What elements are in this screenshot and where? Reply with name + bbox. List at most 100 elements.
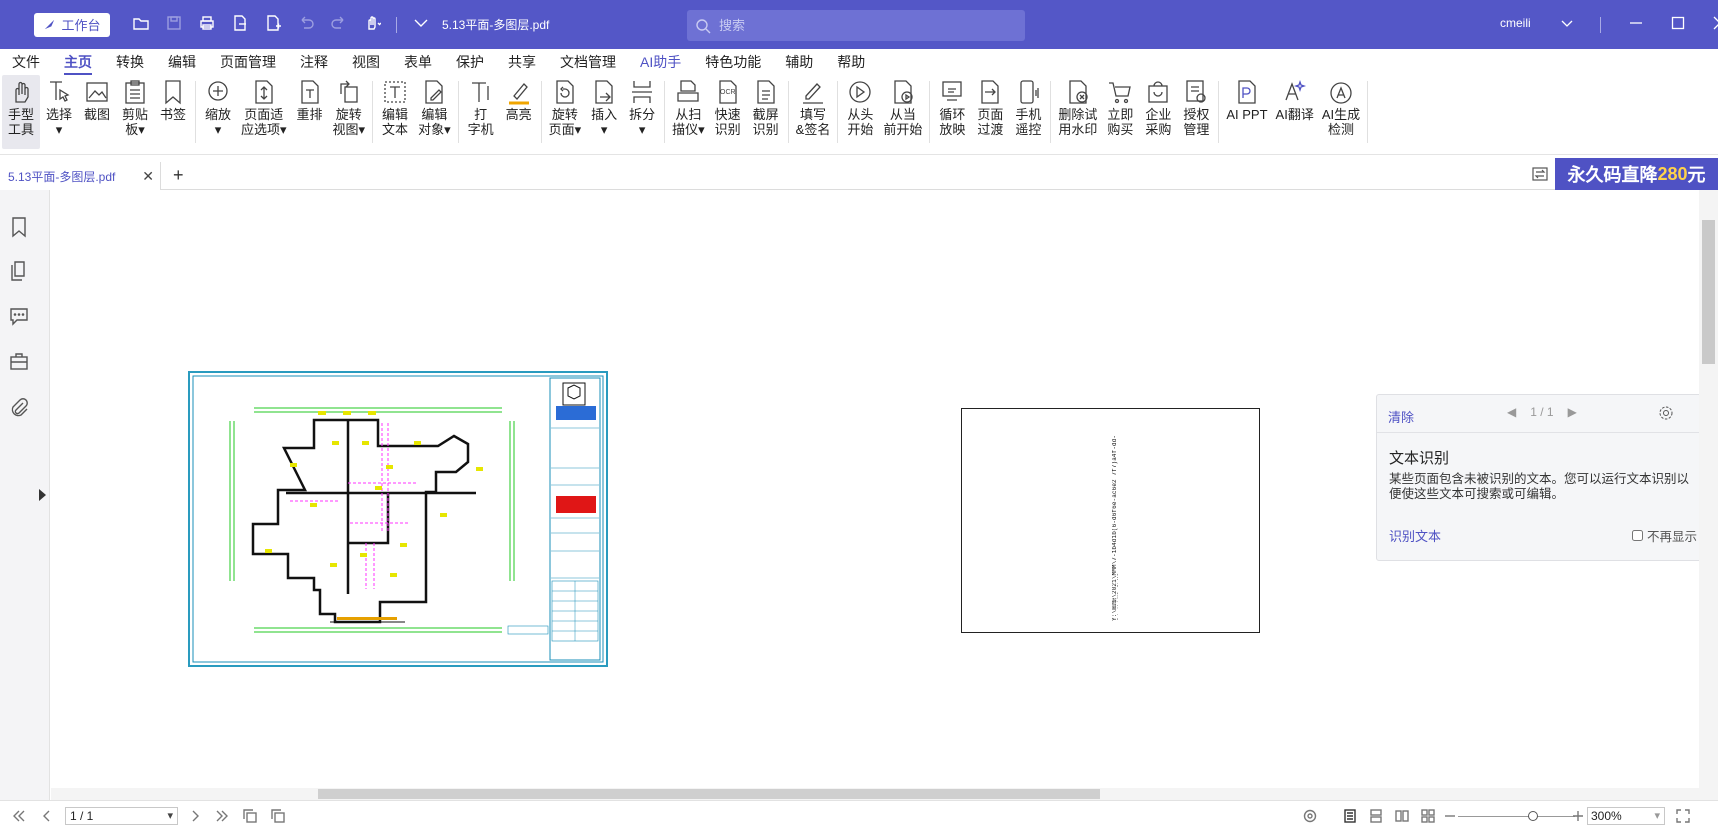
- select-button[interactable]: 选择 ▾: [40, 75, 78, 149]
- ai-detect-button[interactable]: AI生成 检测: [1318, 75, 1364, 149]
- screenshot-button[interactable]: 截图: [78, 75, 116, 149]
- first-page-icon[interactable]: [12, 809, 26, 823]
- dont-show-again-checkbox[interactable]: [1632, 530, 1643, 541]
- customize-dropdown-icon[interactable]: [412, 14, 430, 35]
- fill-sign-button[interactable]: 填写 &签名: [792, 75, 835, 149]
- user-menu[interactable]: cmeili: [1500, 16, 1573, 30]
- menu-protect[interactable]: 保护: [444, 49, 496, 75]
- menu-file[interactable]: 文件: [0, 49, 52, 75]
- minimize-icon[interactable]: [1629, 16, 1643, 33]
- play-from-start-button[interactable]: 从头 开始: [841, 75, 879, 149]
- play-from-current-button[interactable]: 从当 前开始: [879, 75, 926, 149]
- new-file-icon[interactable]: [264, 14, 282, 35]
- expand-sidebar-icon[interactable]: [39, 489, 46, 501]
- menu-comment[interactable]: 注释: [288, 49, 340, 75]
- reflow-button[interactable]: 重排: [291, 75, 329, 149]
- save-icon[interactable]: [165, 14, 183, 35]
- attachment-panel-icon[interactable]: [9, 397, 29, 419]
- screen-ocr-button[interactable]: 截屏 识别: [747, 75, 785, 149]
- previous-result-icon[interactable]: ◀: [1507, 405, 1516, 419]
- two-page-continuous-icon[interactable]: [1421, 809, 1435, 823]
- menu-help[interactable]: 帮助: [825, 49, 877, 75]
- insert-page-button[interactable]: 插入 ▾: [585, 75, 623, 149]
- clear-button[interactable]: 清除: [1388, 407, 1414, 426]
- split-button[interactable]: 拆分 ▾: [623, 75, 661, 149]
- vertical-scroll-thumb[interactable]: [1702, 220, 1715, 364]
- search-box[interactable]: [687, 10, 1025, 41]
- zoom-in-icon[interactable]: [1571, 809, 1585, 823]
- next-page-icon[interactable]: [188, 809, 202, 823]
- copy-page-icon[interactable]: [243, 809, 257, 823]
- phone-remote-button[interactable]: 手机 遥控: [1009, 75, 1047, 149]
- menu-page-manage[interactable]: 页面管理: [208, 49, 288, 75]
- remove-watermark-button[interactable]: 删除试 用水印: [1054, 75, 1101, 149]
- menu-accessibility[interactable]: 辅助: [773, 49, 825, 75]
- chevron-down-icon[interactable]: [1561, 18, 1573, 28]
- zoom-out-icon[interactable]: [1443, 809, 1457, 823]
- bookmark-panel-icon[interactable]: [9, 216, 29, 238]
- two-page-view-icon[interactable]: [1395, 809, 1409, 823]
- continuous-view-icon[interactable]: [1369, 809, 1383, 823]
- menu-edit[interactable]: 编辑: [156, 49, 208, 75]
- typewriter-button[interactable]: 打 字机: [462, 75, 500, 149]
- fit-page-button[interactable]: 页面适 应选项▾: [237, 75, 291, 149]
- previous-page-icon[interactable]: [40, 809, 54, 823]
- toolbox-panel-icon[interactable]: [9, 351, 29, 373]
- rotate-view-button[interactable]: 旋转 视图▾: [329, 75, 370, 149]
- single-page-view-icon[interactable]: [1343, 809, 1357, 823]
- menu-form[interactable]: 表单: [392, 49, 444, 75]
- run-ocr-link[interactable]: 识别文本: [1389, 526, 1441, 545]
- highlight-button[interactable]: 高亮: [500, 75, 538, 149]
- enterprise-purchase-button[interactable]: 企业 采购: [1139, 75, 1177, 149]
- duplicate-page-icon[interactable]: [271, 809, 285, 823]
- comment-panel-icon[interactable]: [9, 305, 29, 327]
- edit-object-button[interactable]: 编辑 对象▾: [414, 75, 455, 149]
- edit-text-button[interactable]: 编辑 文本: [376, 75, 414, 149]
- vertical-scrollbar[interactable]: [1699, 190, 1718, 800]
- hand-tool-button[interactable]: 手型 工具: [2, 75, 40, 149]
- page-transition-button[interactable]: 页面 过渡: [971, 75, 1009, 149]
- menu-view[interactable]: 视图: [340, 49, 392, 75]
- fullscreen-icon[interactable]: [1676, 809, 1690, 823]
- rotate-page-button[interactable]: 旋转 页面▾: [545, 75, 586, 149]
- last-page-icon[interactable]: [215, 809, 229, 823]
- zoom-level-field[interactable]: 300%: [1587, 807, 1665, 825]
- new-tab-icon[interactable]: +: [173, 165, 184, 186]
- next-result-icon[interactable]: ▶: [1568, 405, 1577, 419]
- export-icon[interactable]: [231, 14, 249, 35]
- menu-doc-manage[interactable]: 文档管理: [548, 49, 628, 75]
- undo-icon[interactable]: [297, 14, 315, 35]
- buy-now-button[interactable]: 立即 购买: [1101, 75, 1139, 149]
- document-canvas[interactable]: Y:\图纸\2021\MMM\7-1b4d1b(6-d6f6e-ac6e2 7f…: [51, 190, 1699, 788]
- zoom-slider[interactable]: [1458, 811, 1575, 821]
- loop-play-button[interactable]: 循环 放映: [933, 75, 971, 149]
- settings-gear-icon[interactable]: [1658, 405, 1674, 421]
- bookmark-button[interactable]: 书签: [154, 75, 192, 149]
- print-icon[interactable]: [198, 14, 216, 35]
- page-number-field[interactable]: 1 / 1: [65, 807, 178, 825]
- open-folder-icon[interactable]: [132, 14, 150, 35]
- clipboard-button[interactable]: 剪贴 板▾: [116, 75, 154, 149]
- menu-share[interactable]: 共享: [496, 49, 548, 75]
- zoom-button[interactable]: 缩放 ▾: [199, 75, 237, 149]
- dont-show-again-option[interactable]: 不再显示: [1632, 526, 1697, 545]
- quick-ocr-button[interactable]: OCR 快速 识别: [709, 75, 747, 149]
- eye-view-mode-icon[interactable]: [1303, 809, 1317, 823]
- document-tab[interactable]: 5.13平面-多图层.pdf ✕: [0, 162, 161, 190]
- workbench-button[interactable]: 工作台: [34, 12, 110, 37]
- menu-convert[interactable]: 转换: [104, 49, 156, 75]
- ai-translate-button[interactable]: AI翻译: [1272, 75, 1318, 149]
- close-tab-icon[interactable]: ✕: [142, 168, 154, 185]
- scanner-button[interactable]: 从扫 描仪▾: [668, 75, 709, 149]
- maximize-icon[interactable]: [1671, 16, 1685, 33]
- close-icon[interactable]: [1713, 16, 1718, 33]
- menu-home[interactable]: 主页: [52, 49, 104, 75]
- redo-icon[interactable]: [330, 14, 348, 35]
- license-manage-button[interactable]: 授权 管理: [1177, 75, 1215, 149]
- horizontal-scroll-thumb[interactable]: [318, 789, 1100, 799]
- ai-ppt-button[interactable]: AI PPT: [1222, 75, 1271, 149]
- panel-toggle-icon[interactable]: [1532, 166, 1548, 182]
- menu-features[interactable]: 特色功能: [693, 49, 773, 75]
- promo-banner[interactable]: 永久码直降 280 元: [1555, 158, 1718, 190]
- menu-ai-assistant[interactable]: AI助手: [628, 49, 693, 75]
